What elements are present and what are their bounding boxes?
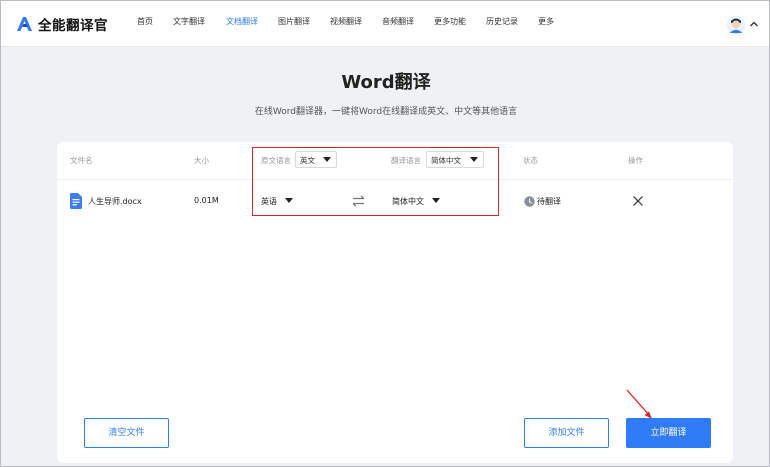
file-name: 人生导师.docx	[88, 197, 142, 206]
header-divider	[57, 179, 733, 180]
nav-item-audio-translate[interactable]: 音频翻译	[382, 16, 414, 27]
nav-item-more[interactable]: 更多	[538, 16, 554, 27]
file-size: 0.01M	[194, 196, 219, 205]
source-lang-all-select[interactable]: 英文	[295, 151, 337, 168]
header-target-lang: 翻译语言	[391, 156, 421, 165]
nav-item-text-translate[interactable]: 文字翻译	[173, 16, 205, 27]
nav-item-doc-translate[interactable]: 文档翻译	[226, 16, 258, 27]
word-file-icon	[70, 193, 82, 209]
nav-item-image-translate[interactable]: 图片翻译	[278, 16, 310, 27]
header-filename: 文件名	[70, 156, 93, 165]
source-lang-all-value: 英文	[300, 156, 315, 165]
header-action: 操作	[628, 156, 643, 165]
row-target-lang-select[interactable]: 简体中文	[392, 192, 444, 208]
app-logo[interactable]: 全能翻译官	[15, 14, 108, 34]
file-status: 待翻译	[537, 197, 561, 206]
logo-icon	[17, 17, 32, 31]
header-source-lang: 原文语言	[261, 156, 291, 165]
chevron-up-icon[interactable]	[749, 19, 759, 29]
nav-item-home[interactable]: 首页	[137, 16, 153, 27]
clock-icon	[524, 196, 535, 207]
target-lang-all-value: 简体中文	[431, 156, 461, 165]
nav-item-video-translate[interactable]: 视频翻译	[330, 16, 362, 27]
header-size: 大小	[194, 156, 209, 165]
translate-now-button[interactable]: 立即翻译	[626, 418, 711, 448]
caret-down-icon	[285, 198, 293, 203]
target-lang-all-select[interactable]: 简体中文	[426, 151, 484, 168]
row-source-lang-value: 英语	[261, 197, 277, 206]
app-name: 全能翻译官	[38, 18, 108, 34]
clear-files-button[interactable]: 清空文件	[84, 418, 169, 448]
row-target-lang-value: 简体中文	[392, 197, 424, 206]
add-file-button[interactable]: 添加文件	[524, 418, 609, 448]
page-title: Word翻译	[341, 72, 431, 93]
swap-languages-icon[interactable]	[352, 195, 366, 207]
header-status: 状态	[523, 156, 538, 165]
page-subtitle: 在线Word翻译器，一键将Word在线翻译成英文、中文等其他语言	[254, 107, 518, 117]
top-header: 全能翻译官 首页 文字翻译 文档翻译 图片翻译 视频翻译 音频翻译 更多功能 历…	[1, 1, 769, 47]
row-source-lang-select[interactable]: 英语	[261, 192, 301, 208]
caret-down-icon	[432, 198, 440, 203]
file-panel: 文件名 大小 原文语言 英文 翻译语言 简体中文 状态 操作 人生导师.docx…	[57, 142, 733, 463]
delete-icon[interactable]	[632, 195, 644, 207]
nav-item-history[interactable]: 历史记录	[486, 16, 518, 27]
user-avatar-icon[interactable]	[726, 15, 746, 35]
nav-item-more-features[interactable]: 更多功能	[434, 16, 466, 27]
caret-down-icon	[323, 157, 331, 162]
caret-down-icon	[470, 157, 478, 162]
